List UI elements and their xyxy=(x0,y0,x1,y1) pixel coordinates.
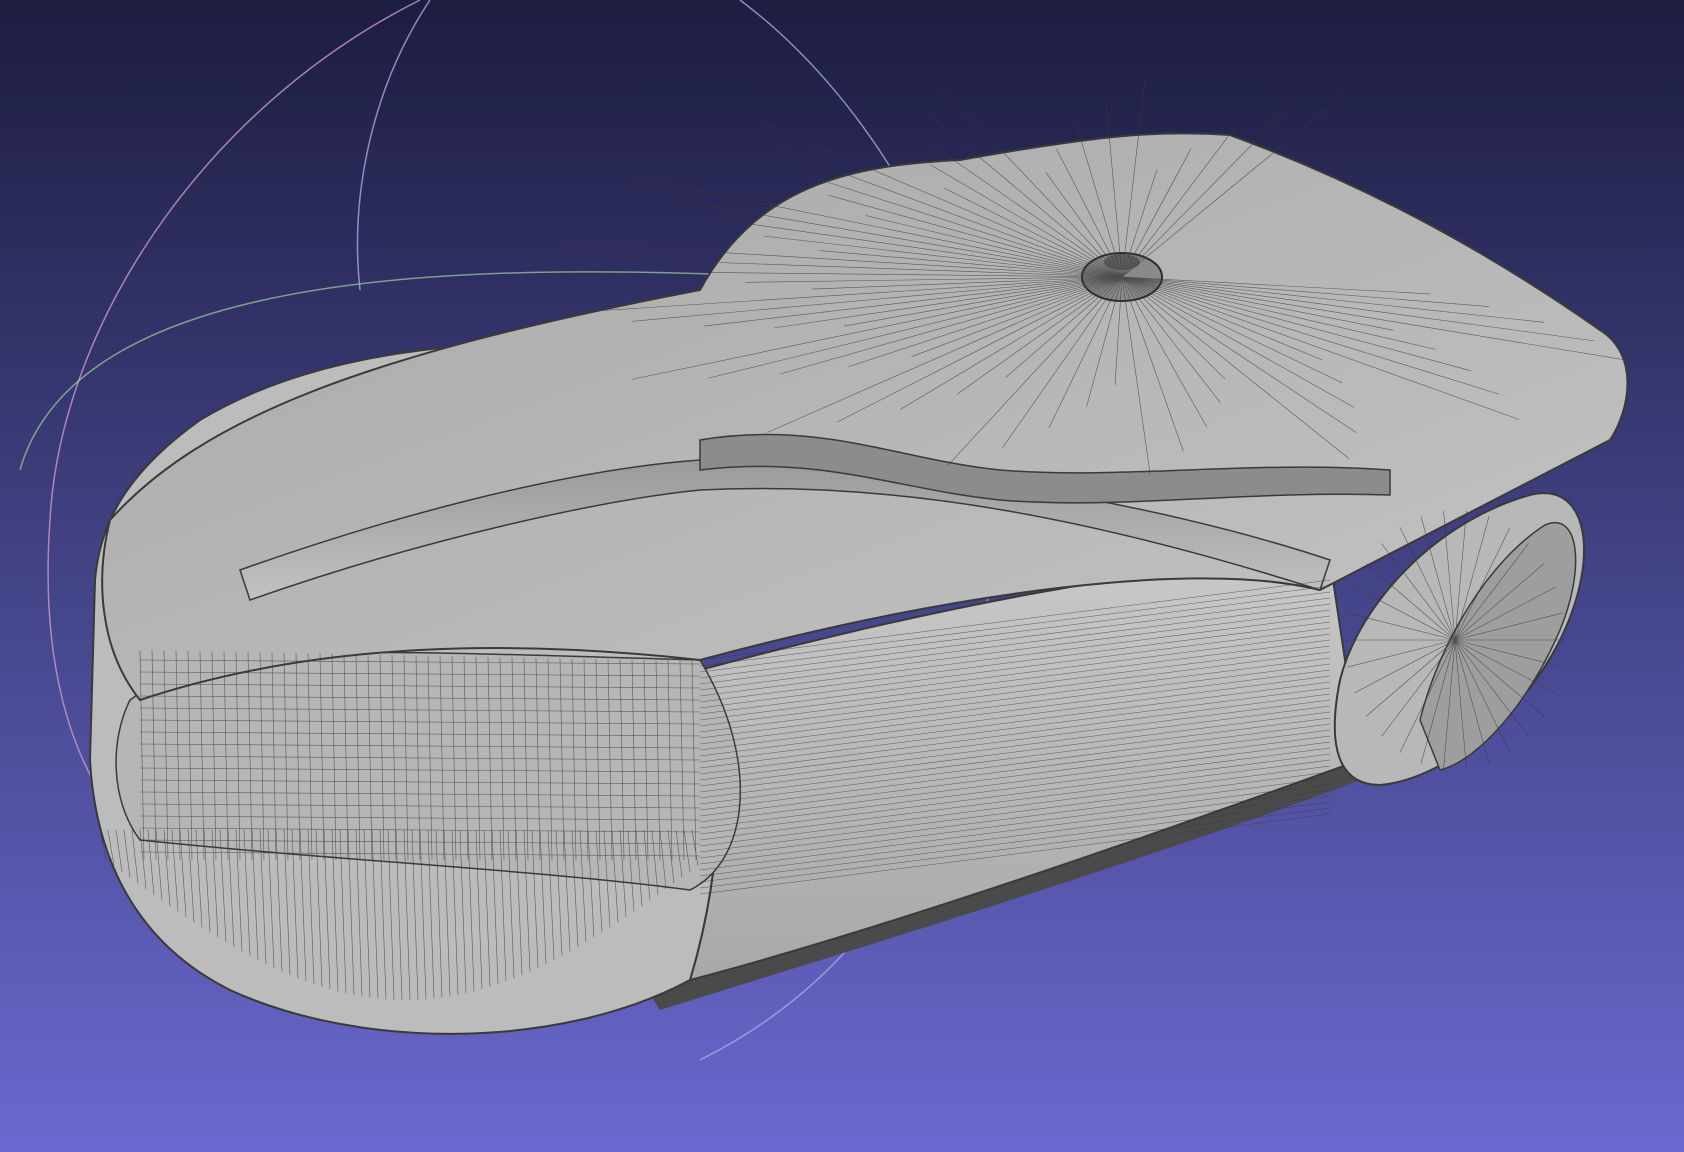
mesh-dome-top xyxy=(1104,254,1140,270)
3d-viewport[interactable] xyxy=(0,0,1684,1152)
scene-canvas[interactable] xyxy=(0,0,1684,1152)
